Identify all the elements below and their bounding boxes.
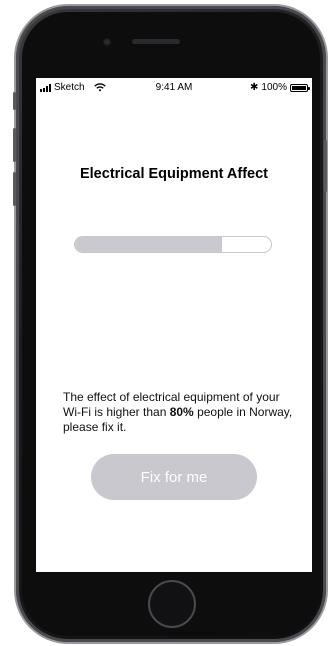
stage: Sketch 9:41 AM ✱ 100% Electrical Equipme…: [0, 0, 330, 646]
volume-up-button: [13, 128, 16, 162]
progress-bar-fill: [75, 237, 222, 252]
page-title: Electrical Equipment Affect: [79, 166, 268, 182]
battery-icon: [290, 83, 310, 92]
progress-bar: [74, 236, 272, 253]
front-camera: [103, 38, 111, 46]
phone-screen: Sketch 9:41 AM ✱ 100% Electrical Equipme…: [36, 78, 312, 572]
battery-cap: [308, 86, 310, 90]
battery-percent: 100%: [261, 82, 287, 93]
status-message: The effect of electrical equipment of yo…: [63, 390, 295, 435]
volume-down-button: [13, 172, 16, 206]
mute-switch: [13, 92, 16, 110]
fix-for-me-button[interactable]: Fix for me: [91, 454, 257, 500]
home-button[interactable]: [148, 580, 196, 628]
status-right: ✱ 100%: [250, 82, 310, 93]
status-bar: Sketch 9:41 AM ✱ 100%: [36, 78, 312, 98]
battery-fill: [292, 85, 306, 90]
message-percent: 80%: [169, 405, 194, 419]
power-button: [324, 140, 327, 192]
bluetooth-icon: ✱: [250, 82, 259, 93]
earpiece-speaker: [132, 39, 180, 44]
